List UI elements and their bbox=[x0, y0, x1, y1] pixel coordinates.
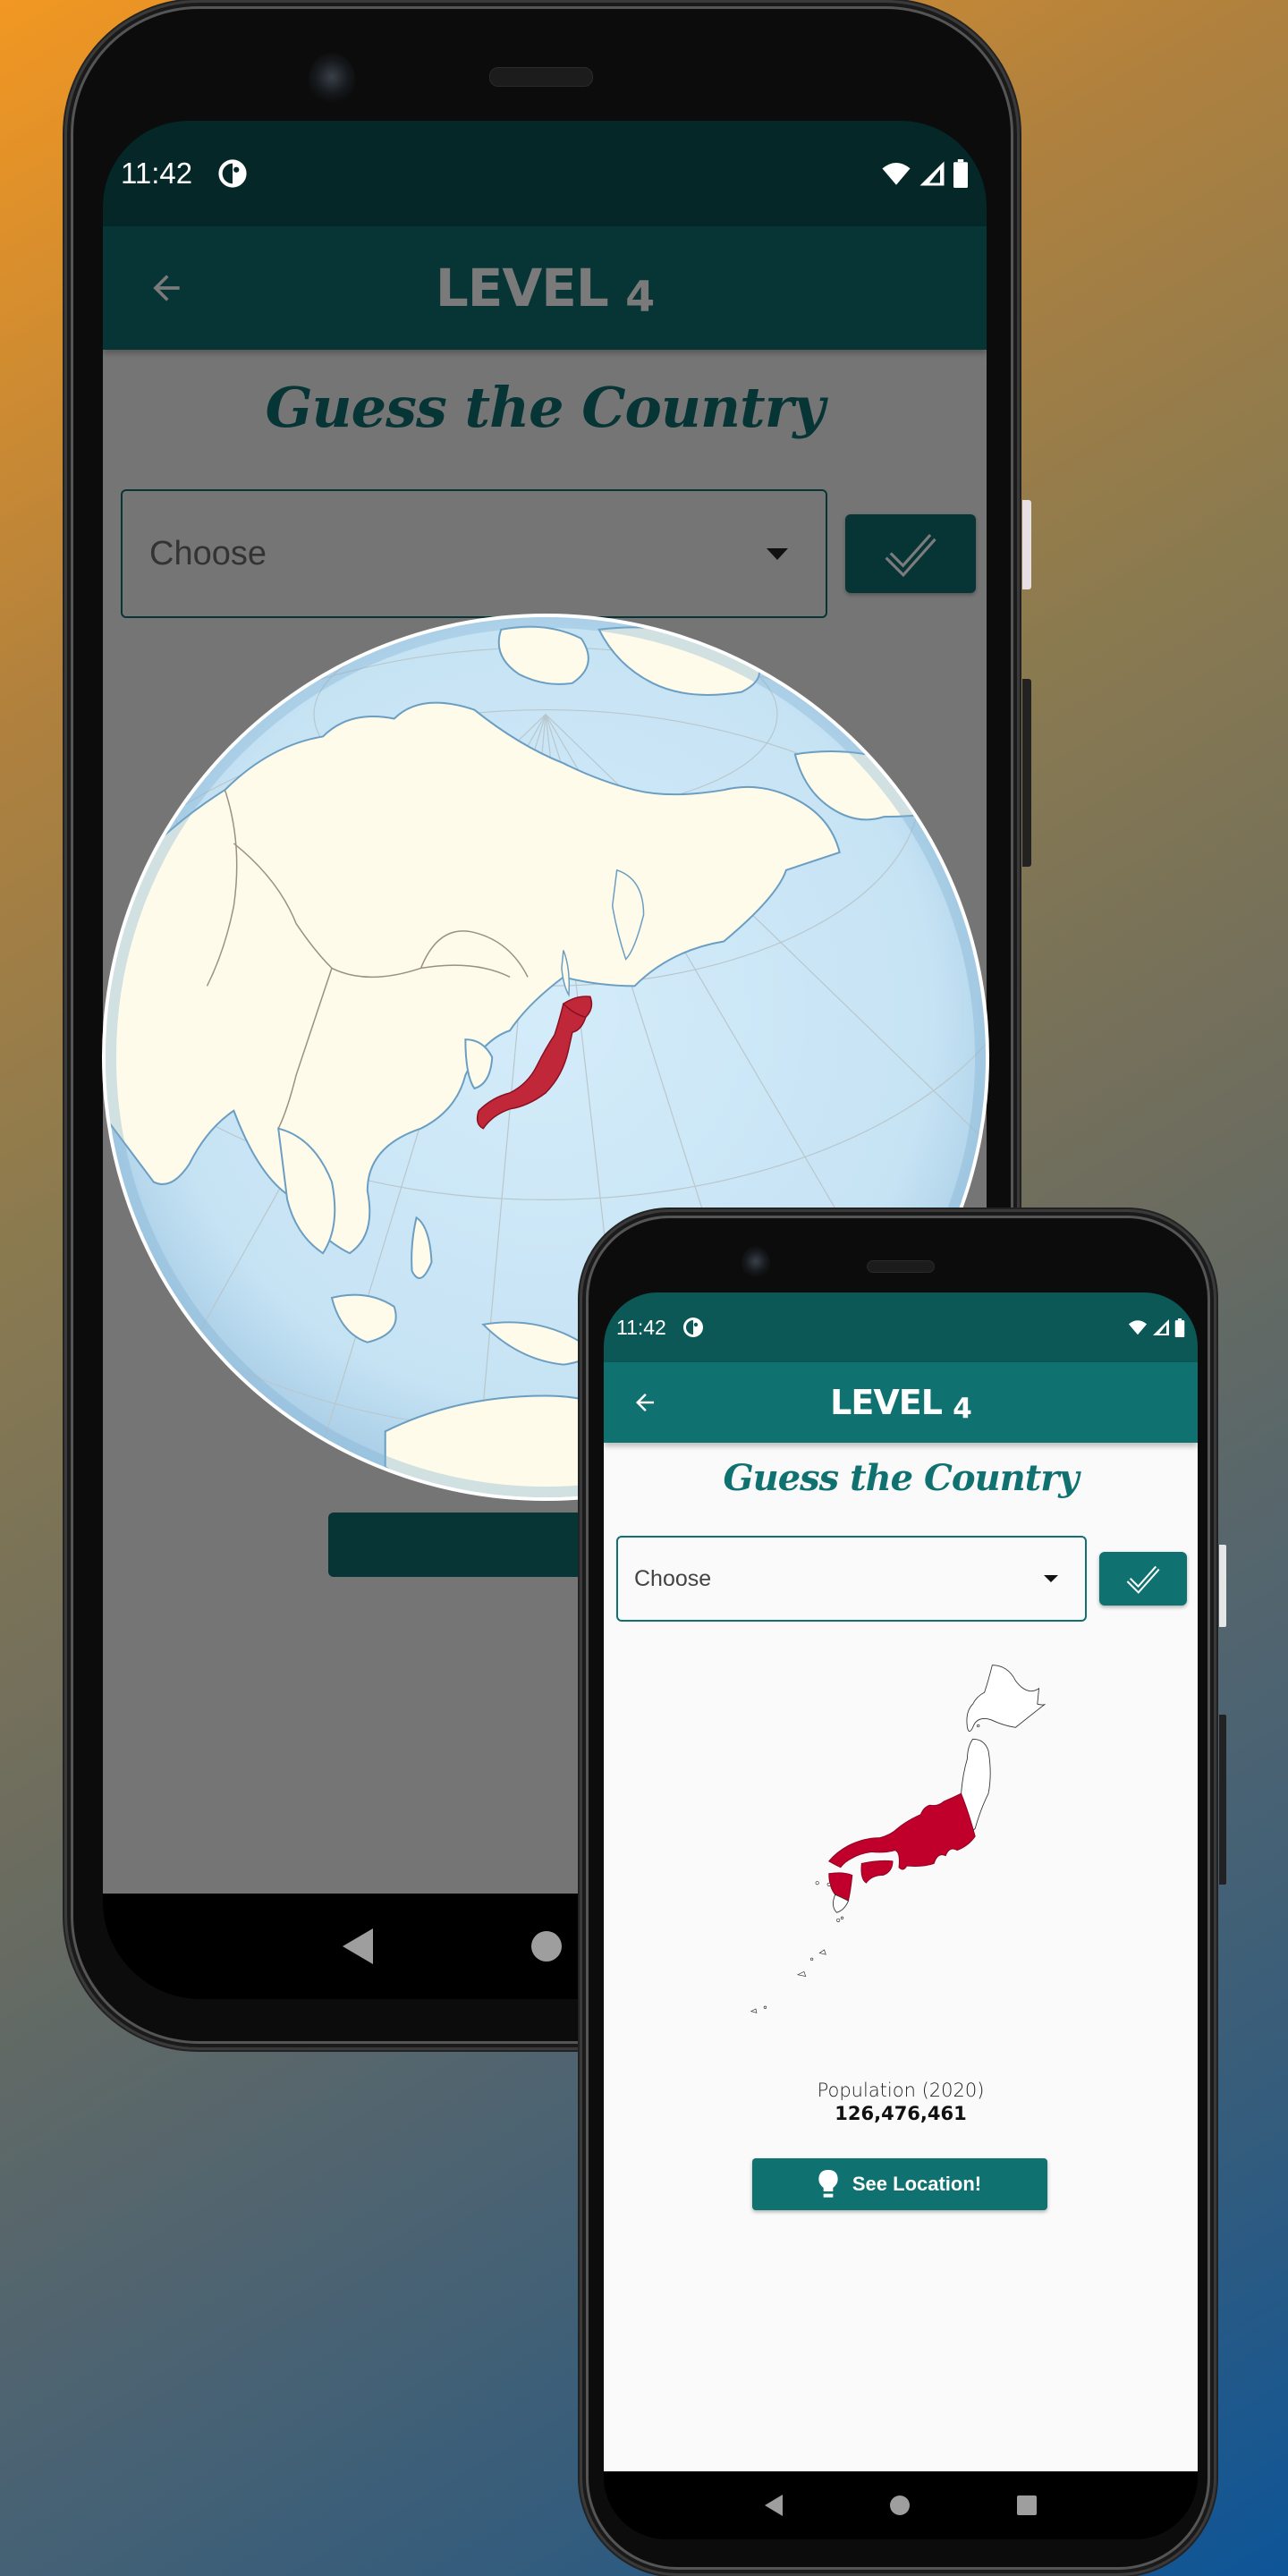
earpiece-speaker bbox=[489, 67, 593, 87]
main-content: Guess the Country Choose Population (202… bbox=[604, 1443, 1198, 2471]
app-bar: LEVEL 4 bbox=[103, 226, 987, 350]
back-button[interactable] bbox=[135, 257, 198, 319]
page-heading: Guess the Country bbox=[265, 375, 826, 440]
wifi-icon bbox=[882, 162, 911, 185]
dnd-icon bbox=[218, 159, 247, 188]
map-shikoku bbox=[860, 1860, 894, 1884]
dropdown-placeholder: Choose bbox=[634, 1565, 712, 1591]
map-hokkaido bbox=[966, 1665, 1046, 1733]
system-icons bbox=[881, 159, 969, 188]
population-value: 126,476,461 bbox=[835, 2103, 967, 2124]
see-location-label: See Location! bbox=[852, 2173, 982, 2195]
map-kyushu bbox=[828, 1872, 853, 1902]
small-phone-screen: 11:42 LEVEL 4 Guess the Country Choose P… bbox=[604, 1292, 1198, 2539]
earpiece-speaker bbox=[867, 1260, 935, 1273]
arrow-left-icon bbox=[636, 1394, 654, 1411]
small-phone-mockup: 11:42 LEVEL 4 Guess the Country Choose P… bbox=[580, 1209, 1226, 2576]
signal-icon bbox=[919, 161, 945, 186]
battery-icon bbox=[1174, 1318, 1185, 1337]
map-honshu-highlight bbox=[828, 1792, 976, 1870]
country-shape-map bbox=[750, 1665, 1046, 2013]
level-title: LEVEL 4 bbox=[830, 1383, 972, 1425]
dnd-icon bbox=[682, 1318, 703, 1337]
dropdown-caret-icon bbox=[767, 547, 788, 560]
status-time: 11:42 bbox=[616, 1315, 666, 1339]
country-dropdown[interactable]: Choose bbox=[121, 489, 827, 618]
front-camera-icon bbox=[741, 1246, 770, 1280]
see-location-button[interactable]: See Location! bbox=[752, 2158, 1047, 2210]
front-camera-icon bbox=[309, 53, 355, 106]
app-bar: LEVEL 4 bbox=[604, 1362, 1198, 1443]
dropdown-caret-icon bbox=[1044, 1575, 1058, 1582]
level-word: LEVEL bbox=[435, 258, 609, 318]
status-bar: 11:42 bbox=[604, 1292, 1198, 1362]
system-icons bbox=[1128, 1318, 1185, 1337]
submit-guess-button[interactable] bbox=[845, 514, 976, 593]
nav-home-button[interactable] bbox=[890, 2496, 910, 2515]
lightbulb-icon bbox=[818, 2170, 838, 2198]
submit-guess-button[interactable] bbox=[1099, 1552, 1187, 1606]
nav-recents-button[interactable] bbox=[1017, 2496, 1037, 2515]
check-icon bbox=[885, 533, 936, 577]
country-dropdown[interactable]: Choose bbox=[616, 1536, 1087, 1622]
back-button[interactable] bbox=[623, 1381, 666, 1424]
population-label: Population (2020) bbox=[817, 2080, 985, 2101]
volume-button bbox=[1219, 1715, 1226, 1885]
wifi-icon bbox=[1128, 1320, 1148, 1335]
level-number: 4 bbox=[953, 1392, 972, 1425]
battery-icon bbox=[953, 159, 968, 188]
status-bar: 11:42 bbox=[103, 121, 987, 226]
power-button bbox=[1219, 1545, 1226, 1627]
page-heading: Guess the Country bbox=[723, 1457, 1079, 1499]
nav-home-button[interactable] bbox=[530, 1931, 562, 1962]
level-number: 4 bbox=[625, 272, 655, 322]
navigation-bar bbox=[604, 2471, 1198, 2539]
signal-icon bbox=[1153, 1319, 1169, 1335]
status-time: 11:42 bbox=[121, 157, 193, 190]
level-word: LEVEL bbox=[830, 1383, 943, 1422]
power-button bbox=[1022, 500, 1031, 589]
check-icon bbox=[1126, 1565, 1160, 1594]
dropdown-placeholder: Choose bbox=[149, 534, 267, 572]
volume-button bbox=[1022, 679, 1031, 867]
level-title: LEVEL 4 bbox=[435, 258, 655, 322]
nav-back-button[interactable] bbox=[343, 1928, 374, 1964]
arrow-left-icon bbox=[153, 275, 180, 301]
nav-back-button[interactable] bbox=[765, 2495, 783, 2516]
